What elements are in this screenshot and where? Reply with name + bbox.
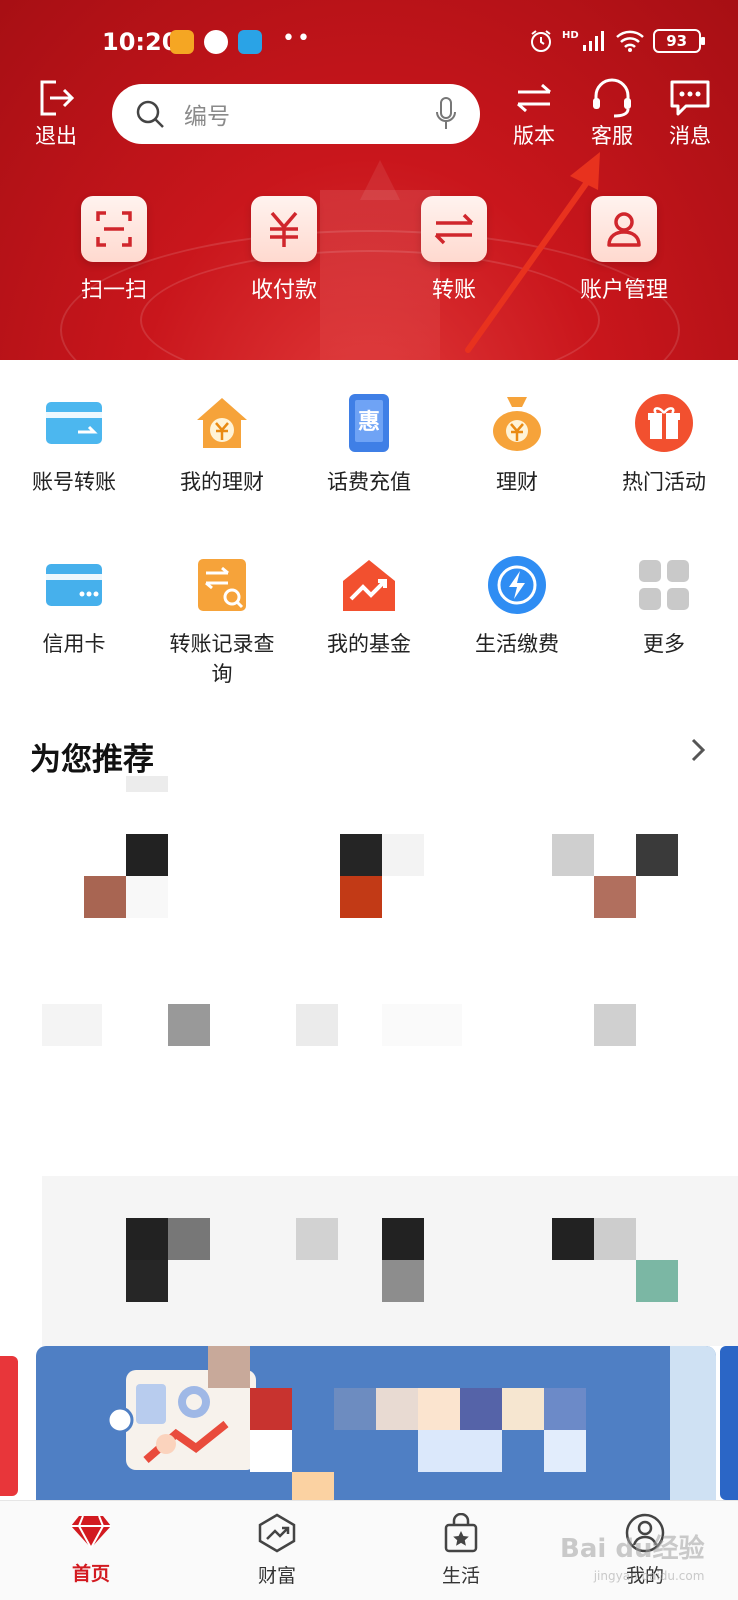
grid-item-more[interactable]: 更多 xyxy=(590,553,738,659)
quick-label: 账户管理 xyxy=(579,278,668,303)
quick-account-manage[interactable]: 账户管理 xyxy=(554,196,694,304)
battery-indicator: 93 xyxy=(652,29,705,53)
notification-app-icon xyxy=(238,30,262,54)
signal-icon xyxy=(582,31,604,51)
switch-arrows-icon xyxy=(517,83,551,113)
bolt-icon xyxy=(485,553,549,617)
grid-item-account-transfer[interactable]: 账号转账 xyxy=(0,391,148,497)
grid-item-hot-events[interactable]: 热门活动 xyxy=(590,391,738,497)
notification-app-icon xyxy=(204,30,228,54)
grid-item-my-fund[interactable]: 我的基金 xyxy=(295,553,443,659)
phone-topup-icon: 惠 xyxy=(337,391,401,455)
wealth-icon xyxy=(258,1513,296,1553)
status-bar: 10:20 •• HD 93 xyxy=(0,20,738,68)
topup-glyph: 惠 xyxy=(358,410,380,435)
grid-label: 我的基金 xyxy=(327,632,411,656)
notification-app-icon xyxy=(170,30,194,54)
recommend-title: 为您推荐 xyxy=(30,742,154,778)
nav-label: 财富 xyxy=(257,1565,296,1587)
money-bag-icon xyxy=(485,391,549,455)
yuan-icon xyxy=(251,196,317,262)
microphone-icon[interactable] xyxy=(434,96,458,132)
account-icon xyxy=(591,196,657,262)
message-button[interactable]: 消息 xyxy=(658,78,722,150)
grid-item-transfer-history[interactable]: 转账记录查询 xyxy=(148,553,296,689)
message-icon xyxy=(670,80,710,116)
fund-icon xyxy=(337,553,401,617)
grid-item-phone-topup[interactable]: 惠 话费充值 xyxy=(295,391,443,497)
wifi-icon xyxy=(615,30,644,52)
shopping-bag-icon xyxy=(444,1512,478,1553)
grid-label: 生活缴费 xyxy=(475,632,559,656)
service-label: 客服 xyxy=(591,124,633,148)
more-grid-icon xyxy=(632,553,696,617)
credit-card-icon xyxy=(42,553,106,617)
quick-label: 转账 xyxy=(431,278,476,303)
quick-label: 收付款 xyxy=(250,278,317,303)
card-transfer-icon xyxy=(42,391,106,455)
nav-life[interactable]: 生活 xyxy=(406,1512,516,1588)
grid-label: 我的理财 xyxy=(180,470,264,494)
top-bar: 退出 编号 版本 客服 消息 xyxy=(0,78,738,158)
grid-label: 热门活动 xyxy=(622,470,706,494)
promo-banner[interactable] xyxy=(36,1346,716,1500)
watermark-text: Bai du经验 xyxy=(560,1534,705,1564)
watermark-sub: jingyan.baidu.com xyxy=(593,1569,705,1583)
side-card-right[interactable] xyxy=(720,1346,738,1500)
search-icon xyxy=(136,100,164,128)
nav-home[interactable]: 首页 xyxy=(36,1513,146,1586)
transfer-icon xyxy=(421,196,487,262)
nav-label: 首页 xyxy=(71,1563,110,1585)
search-input[interactable]: 编号 xyxy=(112,84,480,144)
grid-label: 话费充值 xyxy=(327,470,411,494)
nav-wealth[interactable]: 财富 xyxy=(222,1513,332,1588)
quick-receive-pay[interactable]: 收付款 xyxy=(214,196,354,304)
message-label: 消息 xyxy=(669,124,711,148)
transfer-search-icon xyxy=(190,553,254,617)
status-time: 10:20 xyxy=(102,28,179,56)
nav-label: 生活 xyxy=(441,1565,480,1587)
logout-icon xyxy=(40,80,75,116)
grid-label: 账号转账 xyxy=(32,470,116,494)
watermark: Bai du经验 jingyan.baidu.com xyxy=(560,1528,704,1583)
hd-label: HD xyxy=(562,29,579,41)
grid-item-utility-bills[interactable]: 生活缴费 xyxy=(443,553,591,659)
logout-label: 退出 xyxy=(35,124,77,148)
grid-label: 理财 xyxy=(496,470,538,494)
quick-transfer[interactable]: 转账 xyxy=(384,196,524,304)
version-button[interactable]: 版本 xyxy=(502,78,566,150)
grid-label: 更多 xyxy=(643,632,685,656)
headset-icon xyxy=(593,78,631,118)
alarm-icon xyxy=(531,30,551,52)
grid-label: 信用卡 xyxy=(42,632,106,656)
header-banner: 10:20 •• HD 93 退出 编号 版本 客服 消息 扫一扫 收付款 转账… xyxy=(0,0,738,360)
chevron-right-icon[interactable] xyxy=(690,737,706,763)
version-label: 版本 xyxy=(513,124,555,148)
status-more-dots: •• xyxy=(282,26,312,51)
logout-button[interactable]: 退出 xyxy=(24,78,88,150)
recommend-panel[interactable] xyxy=(42,1176,738,1346)
grid-item-my-wealth[interactable]: 我的理财 xyxy=(148,391,296,497)
grid-item-wealth[interactable]: 理财 xyxy=(443,391,591,497)
grid-label: 转账记录查询 xyxy=(169,632,275,686)
diamond-icon xyxy=(71,1515,111,1551)
search-placeholder: 编号 xyxy=(184,104,230,130)
gift-icon xyxy=(632,391,696,455)
customer-service-button[interactable]: 客服 xyxy=(580,78,644,150)
side-card-left[interactable] xyxy=(0,1356,18,1496)
quick-actions: 扫一扫 收付款 转账 账户管理 xyxy=(0,196,738,316)
house-yuan-icon xyxy=(190,391,254,455)
quick-label: 扫一扫 xyxy=(80,278,147,303)
scan-icon xyxy=(81,196,147,262)
quick-scan[interactable]: 扫一扫 xyxy=(44,196,184,304)
grid-item-credit-card[interactable]: 信用卡 xyxy=(0,553,148,659)
